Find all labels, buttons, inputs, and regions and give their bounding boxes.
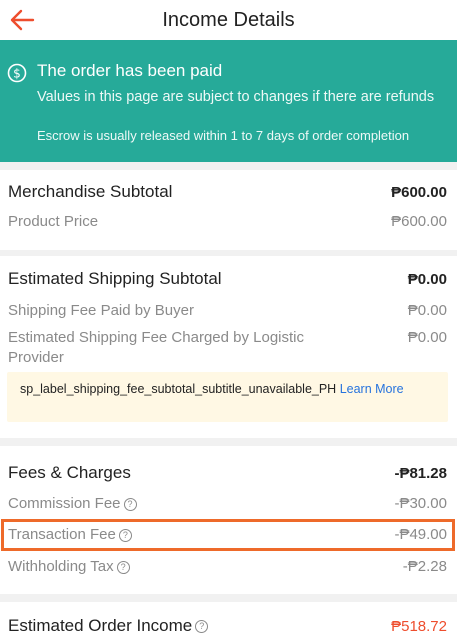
fees-charges-label: Fees & Charges bbox=[8, 463, 131, 482]
banner-note: Escrow is usually released within 1 to 7… bbox=[37, 128, 410, 143]
back-button[interactable] bbox=[6, 4, 38, 36]
shipping-subtotal-label: Estimated Shipping Subtotal bbox=[8, 269, 222, 288]
page-title: Income Details bbox=[162, 8, 295, 31]
learn-more-link[interactable]: Learn More bbox=[340, 382, 404, 396]
question-icon[interactable]: ? bbox=[116, 561, 130, 574]
product-price-value: ₱600.00 bbox=[391, 213, 447, 230]
banner-description: Values in this page are subject to chang… bbox=[37, 89, 435, 105]
shipping-logistic-value: ₱0.00 bbox=[407, 329, 447, 346]
withholding-tax-label: Withholding Tax bbox=[8, 558, 114, 575]
shipping-logistic-label: Estimated Shipping Fee Charged by Logist… bbox=[8, 329, 305, 366]
order-income-value: ₱518.72 bbox=[391, 617, 447, 635]
svg-text:$: $ bbox=[13, 67, 21, 81]
shipping-buyer-value: ₱0.00 bbox=[407, 302, 447, 319]
top-bar: Income Details bbox=[0, 0, 457, 40]
payment-status-banner: $ The order has been paid Values in this… bbox=[0, 40, 457, 162]
dollar-coin-icon: $ bbox=[7, 63, 27, 83]
question-icon[interactable]: ? bbox=[123, 498, 137, 511]
banner-title: The order has been paid bbox=[37, 61, 223, 80]
merchandise-section: Merchandise Subtotal ₱600.00 Product Pri… bbox=[0, 170, 457, 250]
merchandise-subtotal-value: ₱600.00 bbox=[391, 183, 447, 201]
shipping-buyer-label: Shipping Fee Paid by Buyer bbox=[8, 302, 194, 319]
shipping-subtotal-value: ₱0.00 bbox=[407, 270, 447, 288]
shipping-notice: sp_label_shipping_fee_subtotal_subtitle_… bbox=[7, 372, 448, 422]
back-arrow-icon bbox=[10, 9, 35, 31]
order-income-label: Estimated Order Income bbox=[8, 616, 193, 635]
fees-charges-value: -₱81.28 bbox=[394, 464, 447, 482]
question-icon[interactable]: ? bbox=[195, 620, 209, 633]
commission-fee-label: Commission Fee bbox=[8, 495, 121, 512]
commission-fee-value: -₱30.00 bbox=[394, 495, 447, 512]
transaction-fee-highlight bbox=[1, 519, 455, 551]
merchandise-subtotal-label: Merchandise Subtotal bbox=[8, 182, 173, 201]
income-section: Estimated Order Income? ₱518.72 bbox=[0, 602, 457, 637]
product-price-label: Product Price bbox=[8, 213, 99, 230]
shipping-notice-text: sp_label_shipping_fee_subtotal_subtitle_… bbox=[20, 382, 337, 396]
withholding-tax-value: -₱2.28 bbox=[402, 558, 447, 575]
